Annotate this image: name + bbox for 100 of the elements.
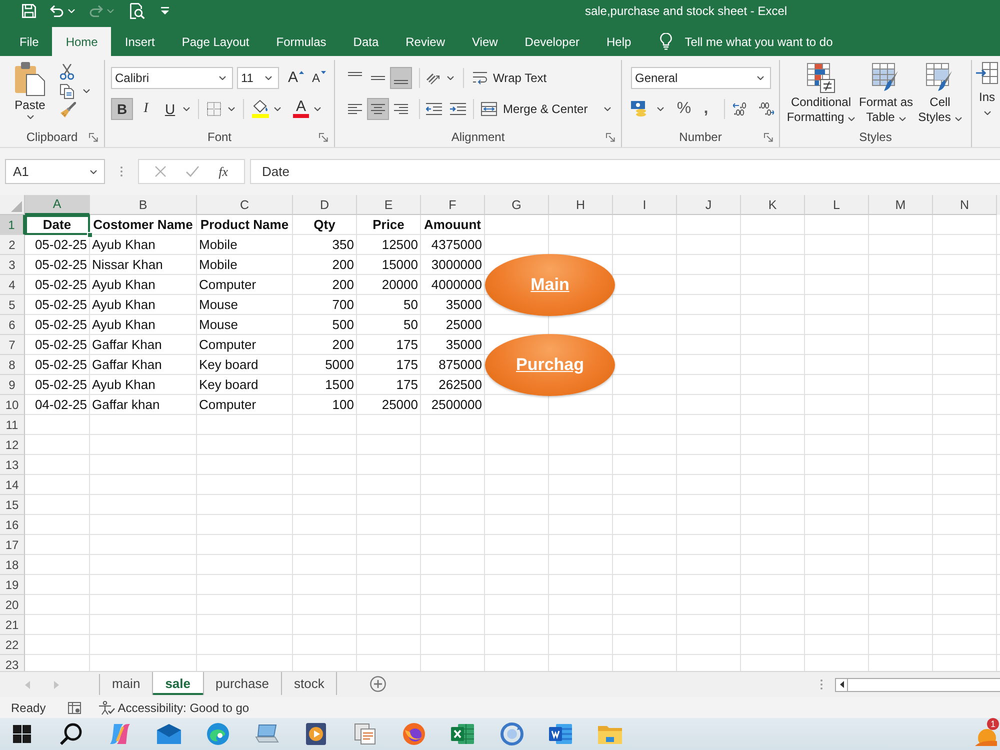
ribbon-tab[interactable]: Data	[340, 27, 392, 56]
font-size-field[interactable]: 11	[237, 66, 279, 88]
colorful-swirl-icon[interactable]	[108, 723, 132, 745]
accessibility-check-icon[interactable]	[98, 700, 115, 714]
row-number[interactable]: 17	[0, 535, 25, 555]
row-number[interactable]: 20	[0, 595, 25, 615]
row-number[interactable]: 11	[0, 415, 25, 435]
macro-record-icon[interactable]	[68, 702, 81, 714]
column-header[interactable]: A	[25, 195, 90, 215]
decrease-decimal-icon[interactable]	[758, 102, 774, 116]
fill-handle[interactable]	[87, 232, 93, 238]
fill-bucket-icon[interactable]	[252, 99, 269, 118]
row-number[interactable]: 2	[0, 235, 25, 255]
number-format-field[interactable]: General	[631, 66, 771, 88]
column-header[interactable]: M	[869, 195, 933, 215]
caret-icon[interactable]	[228, 106, 235, 110]
column-header[interactable]: I	[613, 195, 677, 215]
caret-icon[interactable]	[83, 89, 90, 93]
merge-center-button[interactable]: Merge & Center	[481, 98, 588, 120]
wrap-text-button[interactable]: Wrap Text	[473, 66, 547, 88]
splitter-handle-icon[interactable]	[820, 679, 823, 690]
sheet-tab[interactable]: sale	[153, 672, 204, 695]
dialog-launcher-icon[interactable]	[606, 132, 615, 142]
name-box[interactable]: A1	[5, 159, 105, 184]
caret-icon[interactable]	[848, 117, 856, 121]
sync-circle-icon[interactable]	[500, 722, 524, 746]
bold-button[interactable]: B	[111, 98, 133, 120]
row-number[interactable]: 14	[0, 475, 25, 495]
ribbon-tab[interactable]: Insert	[111, 27, 168, 56]
text-orientation-icon[interactable]	[426, 70, 442, 84]
folder-icon[interactable]	[598, 724, 622, 744]
dialog-launcher-icon[interactable]	[89, 132, 98, 142]
row-number[interactable]: 8	[0, 355, 25, 375]
borders-icon[interactable]	[207, 102, 221, 116]
align-bottom-button[interactable]	[390, 66, 412, 88]
conditional-styles-button[interactable]: Conditional Formatting	[785, 60, 857, 125]
table-styles-button[interactable]: Format as Table	[857, 60, 915, 125]
column-header[interactable]: F	[421, 195, 485, 215]
ribbon-tab[interactable]: Page Layout	[168, 27, 263, 56]
column-header[interactable]: C	[197, 195, 293, 215]
ribbon-tab[interactable]: Developer	[511, 27, 593, 56]
column-header[interactable]: H	[549, 195, 613, 215]
sheet-tab[interactable]: purchase	[204, 672, 282, 695]
start-menu-icon[interactable]	[12, 725, 30, 743]
globe-swoosh-icon[interactable]	[402, 723, 424, 745]
column-header[interactable]: L	[805, 195, 869, 215]
column-header[interactable]: B	[90, 195, 197, 215]
column-header[interactable]: J	[677, 195, 741, 215]
row-number[interactable]: 18	[0, 555, 25, 575]
column-header[interactable]: D	[293, 195, 357, 215]
add-sheet-icon[interactable]	[370, 676, 386, 692]
increase-decimal-icon[interactable]	[733, 102, 749, 116]
row-number[interactable]: 21	[0, 615, 25, 635]
row-number[interactable]: 7	[0, 335, 25, 355]
caret-icon[interactable]	[274, 106, 281, 110]
media-player-icon[interactable]	[304, 722, 326, 746]
caret-icon[interactable]	[183, 106, 190, 110]
row-number[interactable]: 16	[0, 515, 25, 535]
caret-icon[interactable]	[26, 115, 34, 119]
paste-button[interactable]: Paste	[8, 60, 52, 125]
caret-icon[interactable]	[219, 76, 226, 80]
decrease-indent-icon[interactable]	[426, 102, 442, 114]
mail-icon[interactable]	[156, 724, 180, 744]
underline-button[interactable]: U	[159, 98, 181, 120]
font-name-field[interactable]: Calibri	[111, 66, 233, 88]
grow-font-button[interactable]: A	[288, 68, 304, 88]
row-number[interactable]: 23	[0, 655, 25, 671]
dialog-launcher-icon[interactable]	[319, 132, 328, 142]
copy-icon[interactable]	[60, 84, 74, 98]
document-icon[interactable]	[548, 723, 572, 745]
ribbon-tab[interactable]: File	[6, 27, 52, 56]
cell-styles-button[interactable]: Cell Styles	[915, 60, 965, 125]
undo-icon[interactable]	[50, 5, 64, 17]
caret-icon[interactable]	[314, 106, 321, 110]
row-number[interactable]: 6	[0, 315, 25, 335]
ribbon-tab[interactable]: Formulas	[262, 27, 340, 56]
row-number[interactable]: 1	[0, 215, 25, 235]
tell-me-field[interactable]: Tell me what you want to do	[684, 34, 865, 48]
row-number[interactable]: 9	[0, 375, 25, 395]
spreadsheet-icon[interactable]	[450, 723, 474, 745]
font-color-button[interactable]: A	[293, 98, 309, 120]
row-number[interactable]: 4	[0, 275, 25, 295]
italic-button[interactable]: I	[135, 98, 157, 120]
insert-function-button[interactable]: fx	[218, 164, 228, 180]
shrink-font-button[interactable]: A	[312, 68, 326, 88]
row-number[interactable]: 10	[0, 395, 25, 415]
ribbon-tab[interactable]: Help	[593, 27, 645, 56]
column-header[interactable]: E	[357, 195, 421, 215]
column-header[interactable]: K	[741, 195, 805, 215]
paint-brush-icon[interactable]	[60, 102, 76, 118]
horizontal-scrollbar[interactable]	[835, 678, 1000, 692]
formula-input[interactable]: Date	[250, 159, 1000, 184]
drag-handle-icon[interactable]	[120, 166, 123, 177]
scroll-left-icon[interactable]	[840, 681, 844, 688]
row-number[interactable]: 13	[0, 455, 25, 475]
caret-icon[interactable]	[604, 106, 611, 110]
row-number[interactable]: 15	[0, 495, 25, 515]
number-style-button[interactable]: ,	[696, 98, 716, 120]
save-icon[interactable]	[22, 4, 36, 18]
sheet-tab[interactable]: stock	[282, 672, 338, 695]
